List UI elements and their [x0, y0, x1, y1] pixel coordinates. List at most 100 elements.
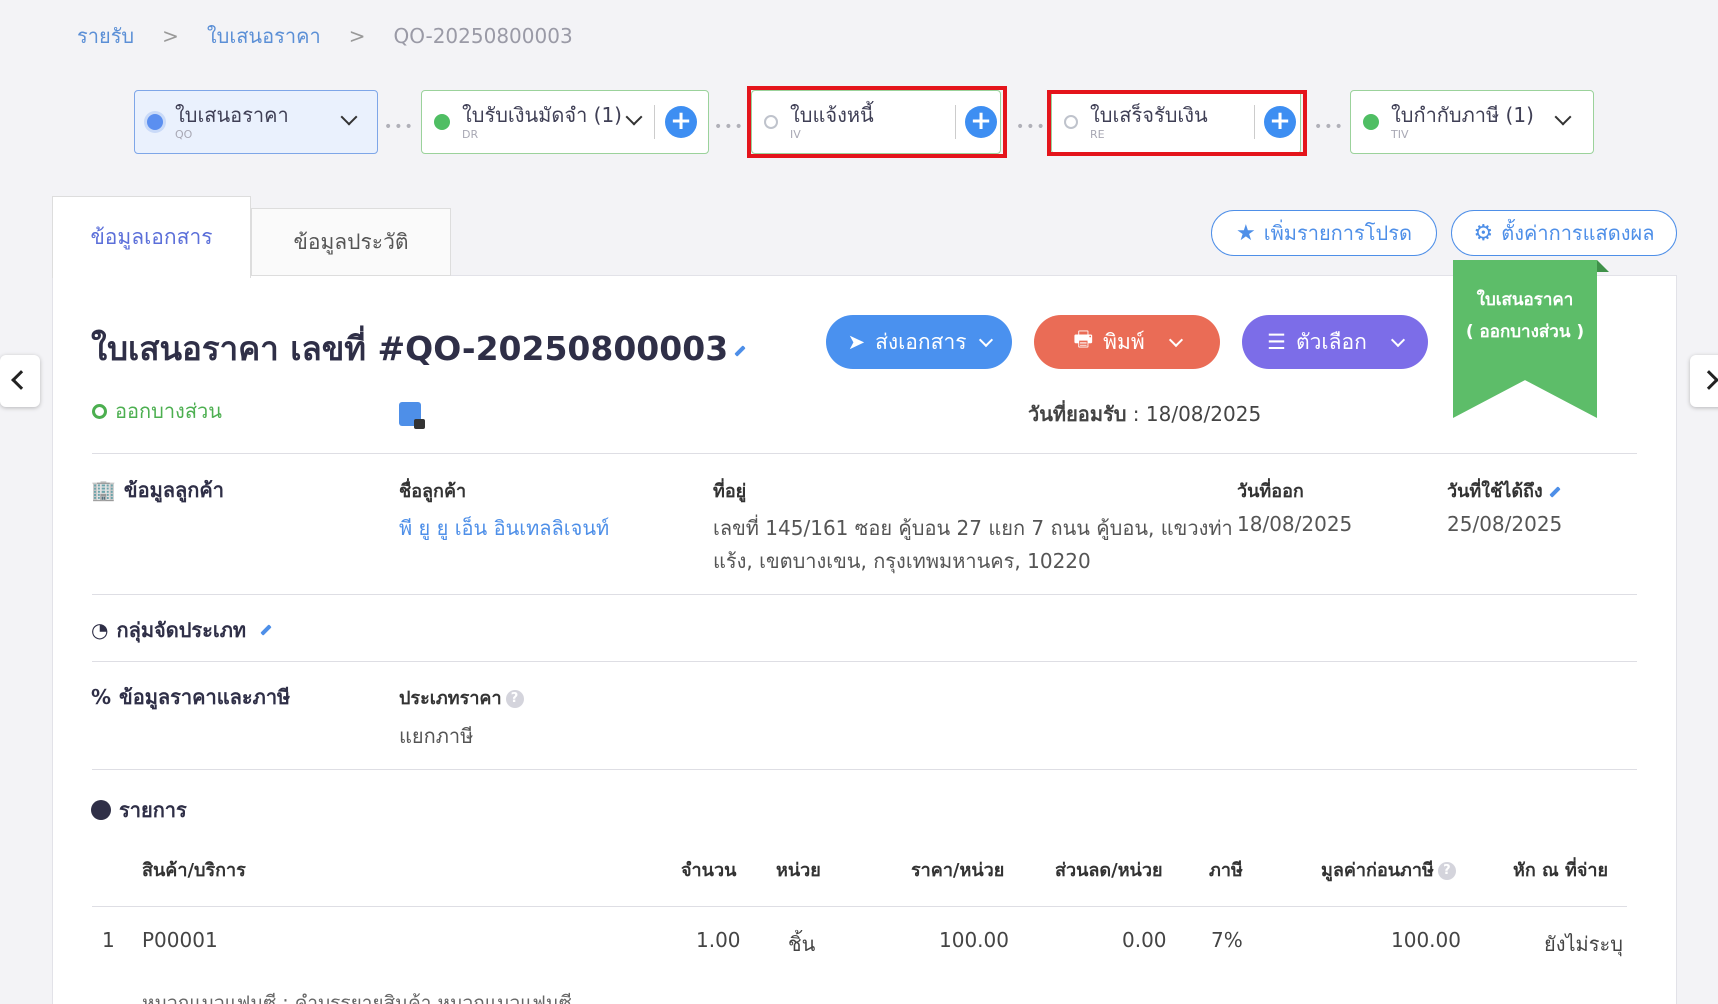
pricing-section-label: ข้อมูลราคาและภาษี: [119, 685, 291, 709]
star-icon: ★: [1236, 220, 1256, 246]
flow-step-deposit[interactable]: ใบรับเงินมัดจำ (1) DR +: [421, 90, 709, 154]
row-discount: 0.00: [1122, 928, 1167, 952]
customer-section-label: ข้อมูลลูกค้า: [123, 478, 225, 502]
category-section-title: ◔ กลุ่มจัดประเภท: [91, 614, 272, 646]
row-amount: 100.00: [1391, 928, 1461, 952]
ribbon-fold: [1597, 260, 1609, 272]
chevron-down-icon: [1168, 332, 1183, 347]
edit-pencil-icon[interactable]: [1549, 486, 1561, 498]
customer-section-title: 🏢 ข้อมูลลูกค้า: [91, 474, 224, 506]
percent-icon: %: [91, 685, 112, 709]
document-card: [52, 275, 1677, 1004]
divider: [92, 906, 1627, 907]
help-icon[interactable]: ?: [505, 690, 524, 708]
row-vat: 7%: [1211, 928, 1243, 952]
product-code-link[interactable]: P00001: [142, 928, 218, 952]
divider: [92, 661, 1637, 662]
column-header-wht: หัก ณ ที่จ่าย: [1513, 860, 1609, 881]
flow-step-tax-invoice[interactable]: ใบกำกับภาษี (1) TIV: [1350, 90, 1594, 154]
printer-icon: 🖶: [1073, 326, 1094, 351]
add-deposit-plus-icon[interactable]: +: [665, 106, 697, 138]
row-qty: 1.00: [696, 928, 741, 952]
tab-history[interactable]: ข้อมูลประวัติ: [251, 208, 451, 276]
customer-name-label: ชื่อลูกค้า: [399, 481, 467, 502]
items-section-label: รายการ: [119, 798, 187, 822]
highlight-box: [1047, 90, 1307, 156]
chevron-right-icon: [1699, 370, 1718, 390]
display-settings-button[interactable]: ⚙ ตั้งค่าการแสดงผล: [1451, 210, 1677, 256]
accept-date-label: วันที่ยอมรับ: [1028, 402, 1127, 426]
row-number: 1: [102, 928, 115, 952]
column-header-price: ราคา/หน่วย: [911, 860, 1005, 881]
tab-document-info[interactable]: ข้อมูลเอกสาร: [52, 196, 251, 278]
divider: [654, 105, 655, 139]
breadcrumb-current: QO-20250800003: [393, 24, 573, 48]
paper-plane-icon: ➤: [847, 330, 866, 354]
flow-connector: •••: [1314, 119, 1345, 135]
options-button[interactable]: ☰ ตัวเลือก: [1242, 315, 1428, 369]
building-icon: 🏢: [91, 478, 116, 502]
breadcrumb: รายรับ > ใบเสนอราคา > QO-20250800003: [77, 20, 573, 52]
status-label: ออกบางส่วน: [115, 399, 222, 423]
price-type-text: ประเภทราคา: [399, 688, 502, 709]
row-unit: ชิ้น: [788, 932, 816, 956]
category-section-label: กลุ่มจัดประเภท: [116, 618, 247, 642]
send-label: ส่งเอกสาร: [875, 329, 967, 354]
edit-pencil-icon[interactable]: [734, 344, 746, 357]
chevron-down-icon: [978, 332, 993, 347]
breadcrumb-income[interactable]: รายรับ: [77, 20, 134, 52]
column-header-qty: จำนวน: [681, 860, 737, 881]
highlight-box: [747, 86, 1007, 158]
column-header-vat: ภาษี: [1209, 860, 1243, 881]
valid-until-value: 25/08/2025: [1447, 512, 1563, 536]
pie-chart-icon: ◔: [91, 618, 109, 642]
add-favorite-label: เพิ่มรายการโปรด: [1263, 221, 1412, 245]
previous-document-button[interactable]: [0, 355, 40, 407]
next-document-button[interactable]: [1690, 355, 1718, 407]
document-lock-icon[interactable]: [399, 402, 425, 429]
divider: [92, 594, 1637, 595]
flow-connector: •••: [384, 119, 415, 135]
chevron-down-icon[interactable]: [1554, 108, 1572, 126]
issue-date-value: 18/08/2025: [1237, 512, 1353, 536]
row-description: หมวกแมวแฟนซี : คำบรรยายสินค้า หมวกแมวแฟน…: [142, 992, 572, 1004]
address-label: ที่อยู่: [713, 481, 747, 502]
chevron-down-icon[interactable]: [340, 108, 358, 126]
options-label: ตัวเลือก: [1296, 329, 1367, 354]
print-label: พิมพ์: [1103, 329, 1145, 354]
help-icon[interactable]: ?: [1437, 862, 1456, 880]
breadcrumb-separator: >: [162, 24, 179, 48]
gear-icon: ⚙: [1473, 220, 1494, 246]
flow-step-quotation[interactable]: ใบเสนอราคา QO: [134, 90, 378, 154]
breadcrumb-quotation[interactable]: ใบเสนอราคา: [207, 20, 321, 52]
add-favorite-button[interactable]: ★ เพิ่มรายการโปรด: [1211, 210, 1437, 256]
column-header-product: สินค้า/บริการ: [142, 860, 246, 881]
status-ring-icon: [92, 403, 107, 419]
flow-connector: •••: [714, 119, 745, 135]
display-settings-label: ตั้งค่าการแสดงผล: [1501, 221, 1655, 245]
chevron-down-icon[interactable]: [625, 108, 643, 126]
flow-step-label: ใบเสนอราคา: [175, 102, 289, 127]
accept-date-value: : 18/08/2025: [1126, 402, 1262, 426]
document-title: ใบเสนอราคา เลขที่ #QO-20250800003: [91, 329, 729, 368]
divider: [92, 769, 1637, 770]
chevron-down-icon: [1390, 332, 1405, 347]
send-document-button[interactable]: ➤ ส่งเอกสาร: [826, 315, 1012, 369]
column-header-amount: มูลค่าก่อนภาษี?: [1321, 855, 1456, 884]
status-dot-icon: [1363, 114, 1379, 130]
status-badge: ออกบางส่วน: [92, 395, 222, 427]
breadcrumb-separator: >: [348, 24, 366, 48]
column-header-discount: ส่วนลด/หน่วย: [1055, 860, 1163, 881]
lock-icon: [414, 419, 425, 429]
pricing-section-title: % ข้อมูลราคาและภาษี: [91, 681, 290, 713]
page-title: ใบเสนอราคา เลขที่ #QO-20250800003: [91, 322, 746, 375]
edit-pencil-icon[interactable]: [260, 624, 272, 636]
valid-until-label: วันที่ใช้ได้ถึง: [1447, 476, 1561, 505]
address-line-1: เลขที่ 145/161 ซอย คู้บอน 27 แยก 7 ถนน ค…: [713, 516, 1233, 540]
menu-icon: ☰: [1267, 330, 1286, 354]
valid-until-text: วันที่ใช้ได้ถึง: [1447, 481, 1543, 502]
status-dot-icon: [147, 114, 163, 130]
print-button[interactable]: 🖶 พิมพ์: [1034, 315, 1220, 369]
accept-date: วันที่ยอมรับ : 18/08/2025: [1028, 398, 1261, 430]
customer-name-link[interactable]: พี ยู ยู เอ็น อินเทลลิเจนท์: [399, 512, 609, 544]
